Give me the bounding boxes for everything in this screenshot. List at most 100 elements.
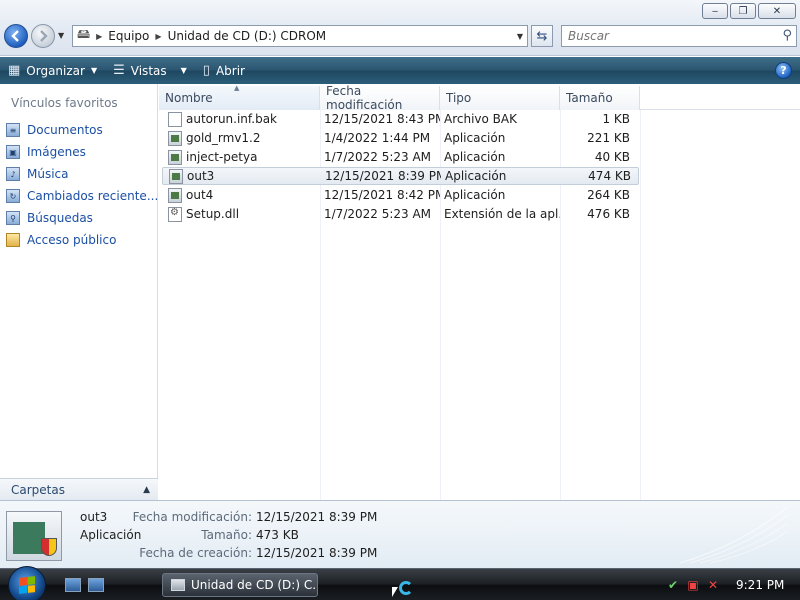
help-button[interactable]: ? xyxy=(775,62,792,79)
busy-spinner-icon xyxy=(399,581,413,595)
file-row-gold-rmv[interactable]: gold_rmv1.2 1/4/2022 1:44 PM Aplicación … xyxy=(162,129,639,147)
file-date: 12/15/2021 8:43 PM xyxy=(324,112,440,126)
file-name: gold_rmv1.2 xyxy=(186,131,261,145)
file-date: 12/15/2021 8:42 PM xyxy=(324,188,440,202)
column-header-name[interactable]: ▲ Nombre xyxy=(159,84,320,110)
favorites-title: Vínculos favoritos xyxy=(11,96,118,110)
file-row-autorun[interactable]: autorun.inf.bak 12/15/2021 8:43 PM Archi… xyxy=(162,110,639,128)
caption-buttons: ‒ ❐ ✕ xyxy=(702,3,796,19)
file-date: 1/7/2022 5:23 AM xyxy=(324,207,432,221)
details-property: Tamaño: 473 KB xyxy=(112,528,299,542)
back-arrow-icon xyxy=(11,30,19,42)
nav-item-label: Búsquedas xyxy=(27,211,93,225)
nav-item-public[interactable]: Acceso público xyxy=(6,229,158,251)
details-property: Fecha modificación: 12/15/2021 8:39 PM xyxy=(112,510,378,524)
file-type: Aplicación xyxy=(444,150,506,164)
file-type: Aplicación xyxy=(444,131,506,145)
volume-muted-icon[interactable]: ✕ xyxy=(706,578,720,592)
nav-item-music[interactable]: ♪ Música xyxy=(6,163,158,185)
refresh-button[interactable]: ⇆ xyxy=(531,25,553,47)
column-headers: ▲ Nombre Fecha modificación Tipo Tamaño xyxy=(159,84,800,112)
favorites-list: ≡ Documentos ▣ Imágenes ♪ Música ↻ Cambi… xyxy=(6,119,158,251)
application-icon xyxy=(169,168,183,184)
clock[interactable]: 9:21 PM xyxy=(736,578,784,592)
cd-drive-icon xyxy=(171,579,185,591)
navigation-pane: Vínculos favoritos ≡ Documentos ▣ Imágen… xyxy=(0,84,158,500)
breadcrumb-separator-icon[interactable]: ▶ xyxy=(155,32,161,41)
file-name: out3 xyxy=(187,169,215,183)
search-input[interactable] xyxy=(568,29,768,43)
chevron-down-icon: ▼ xyxy=(90,66,98,75)
decorative-swoosh xyxy=(679,506,789,564)
column-header-size[interactable]: Tamaño xyxy=(560,86,640,110)
column-header-label: Tipo xyxy=(446,91,472,105)
search-icon[interactable]: ⚲ xyxy=(782,28,792,43)
security-check-icon[interactable]: ✔ xyxy=(666,578,680,592)
file-type: Aplicación xyxy=(444,188,506,202)
back-button[interactable] xyxy=(4,24,28,48)
forward-arrow-icon xyxy=(40,30,48,42)
mouse-pointer-icon xyxy=(392,587,398,597)
show-desktop-icon[interactable] xyxy=(65,578,81,592)
application-icon xyxy=(168,187,182,203)
breadcrumb-separator-icon[interactable]: ▶ xyxy=(96,32,102,41)
address-dropdown-icon[interactable]: ▼ xyxy=(517,32,523,41)
breadcrumb-cd-drive[interactable]: Unidad de CD (D:) CDROM xyxy=(168,29,327,43)
file-row-out3[interactable]: out3 12/15/2021 8:39 PM Aplicación 474 K… xyxy=(162,167,639,185)
open-label: Abrir xyxy=(215,63,245,78)
nav-item-label: Imágenes xyxy=(27,145,86,159)
file-type: Extensión de la apl... xyxy=(444,207,560,221)
forward-button[interactable] xyxy=(31,24,55,48)
open-button[interactable]: ▯ Abrir xyxy=(195,57,253,84)
views-icon: ☰ xyxy=(113,63,125,78)
nav-item-label: Cambiados reciente... xyxy=(27,189,159,203)
organize-icon: ▦ xyxy=(8,63,21,78)
nav-item-searches[interactable]: ⚲ Búsquedas xyxy=(6,207,158,229)
file-date: 12/15/2021 8:39 PM xyxy=(325,169,441,183)
details-pane: out3 Aplicación Fecha modificación: 12/15… xyxy=(0,500,800,568)
nav-item-pictures[interactable]: ▣ Imágenes xyxy=(6,141,158,163)
details-file-name: out3 xyxy=(80,510,108,524)
minimize-button[interactable]: ‒ xyxy=(702,3,728,19)
switch-windows-icon[interactable] xyxy=(88,578,104,592)
refresh-icon: ⇆ xyxy=(536,28,548,44)
breadcrumb-equipo[interactable]: Equipo xyxy=(108,29,149,43)
file-row-inject-petya[interactable]: inject-petya 1/7/2022 5:23 AM Aplicación… xyxy=(162,148,639,166)
organize-label: Organizar xyxy=(26,63,85,78)
taskbar: Unidad de CD (D:) C... ✔ ▣ ✕ 9:21 PM xyxy=(0,566,800,600)
open-icon: ▯ xyxy=(202,63,210,78)
maximize-button[interactable]: ❐ xyxy=(730,3,756,19)
nav-item-documents[interactable]: ≡ Documentos xyxy=(6,119,158,141)
file-type: Archivo BAK xyxy=(444,112,517,126)
address-bar[interactable]: 🖴 ▶ Equipo ▶ Unidad de CD (D:) CDROM ▼ xyxy=(72,25,528,47)
file-row-setup-dll[interactable]: Setup.dll 1/7/2022 5:23 AM Extensión de … xyxy=(162,205,639,223)
file-name: Setup.dll xyxy=(186,207,240,221)
views-label: Vistas xyxy=(130,63,167,78)
column-header-label: Tamaño xyxy=(566,91,613,105)
folders-toggle[interactable]: Carpetas ▲ xyxy=(0,478,158,500)
application-thumbnail-icon xyxy=(6,511,62,561)
details-property-value: 12/15/2021 8:39 PM xyxy=(256,510,378,524)
column-header-date[interactable]: Fecha modificación xyxy=(320,84,440,112)
file-name: autorun.inf.bak xyxy=(186,112,277,126)
application-icon xyxy=(168,130,182,146)
file-name: inject-petya xyxy=(186,150,258,164)
file-size: 40 KB xyxy=(594,150,630,164)
column-header-label: Nombre xyxy=(165,91,213,105)
public-folder-icon xyxy=(6,233,20,247)
taskbar-window-button[interactable]: Unidad de CD (D:) C... xyxy=(162,573,318,597)
organize-button[interactable]: ▦ Organizar ▼ xyxy=(0,57,105,84)
views-button[interactable]: ☰ Vistas ▼ xyxy=(105,57,195,84)
nav-item-label: Música xyxy=(27,167,69,181)
start-button[interactable] xyxy=(8,566,46,600)
nav-item-recent[interactable]: ↻ Cambiados reciente... xyxy=(6,185,158,207)
column-header-type[interactable]: Tipo xyxy=(440,86,560,110)
recent-pages-dropdown[interactable]: ▼ xyxy=(58,31,64,40)
details-property-value: 12/15/2021 8:39 PM xyxy=(256,546,378,560)
file-name: out4 xyxy=(186,188,214,202)
file-row-out4[interactable]: out4 12/15/2021 8:42 PM Aplicación 264 K… xyxy=(162,186,639,204)
close-button[interactable]: ✕ xyxy=(758,3,796,19)
search-box[interactable]: ⚲ xyxy=(561,25,797,47)
network-disconnected-icon[interactable]: ▣ xyxy=(686,578,700,592)
searches-icon: ⚲ xyxy=(6,211,20,225)
